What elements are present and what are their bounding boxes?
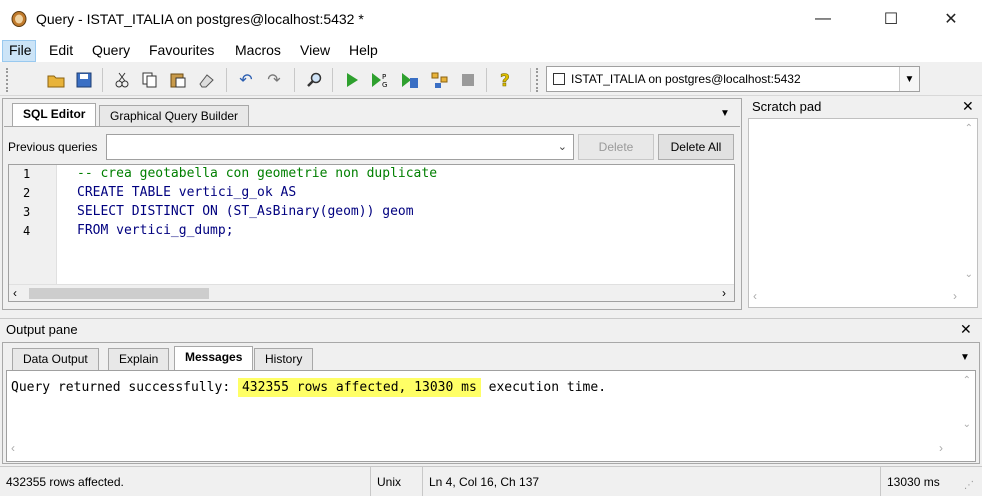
scroll-up-icon[interactable]: ⌃ bbox=[963, 375, 971, 386]
tab-sql-editor[interactable]: SQL Editor bbox=[12, 103, 97, 127]
resize-grip-icon[interactable]: ⋰ bbox=[964, 480, 974, 491]
find-icon[interactable] bbox=[304, 70, 324, 90]
help-icon[interactable]: ? bbox=[496, 70, 516, 90]
save-icon[interactable] bbox=[74, 70, 94, 90]
menu-macros[interactable]: Macros bbox=[235, 42, 281, 58]
tab-menu-icon[interactable]: ▼ bbox=[720, 108, 730, 119]
tab-divider bbox=[4, 126, 740, 127]
scroll-down-icon[interactable]: ⌄ bbox=[965, 269, 973, 280]
tab-data-output[interactable]: Data Output bbox=[12, 348, 99, 370]
close-window-button[interactable]: ✕ bbox=[928, 0, 974, 38]
toolbar-grip[interactable] bbox=[536, 68, 539, 92]
window-title: Query - ISTAT_ITALIA on postgres@localho… bbox=[36, 11, 364, 27]
svg-text:G: G bbox=[382, 81, 387, 89]
paste-icon[interactable] bbox=[168, 70, 188, 90]
code-line[interactable]: SELECT DISTINCT ON (ST_AsBinary(geom)) g… bbox=[77, 204, 414, 219]
status-cursor-position: Ln 4, Col 16, Ch 137 bbox=[422, 466, 880, 496]
sql-editor[interactable]: 1 2 3 4 -- crea geotabella con geometrie… bbox=[8, 164, 735, 302]
scroll-thumb[interactable] bbox=[29, 288, 209, 299]
editor-horizontal-scrollbar[interactable]: ‹ › bbox=[9, 284, 734, 301]
delete-button[interactable]: Delete bbox=[578, 134, 654, 160]
message-suffix: execution time. bbox=[480, 380, 607, 395]
menu-help[interactable]: Help bbox=[349, 42, 378, 58]
title-bar: Query - ISTAT_ITALIA on postgres@localho… bbox=[0, 0, 982, 38]
message-text: Query returned successfully: 432355 rows… bbox=[11, 378, 607, 397]
maximize-button[interactable]: ☐ bbox=[868, 0, 914, 38]
line-number: 2 bbox=[23, 186, 31, 200]
code-line[interactable]: FROM vertici_g_dump; bbox=[77, 223, 234, 238]
status-rows-affected: 432355 rows affected. bbox=[6, 475, 124, 489]
svg-text:?: ? bbox=[500, 71, 510, 89]
scroll-left-icon[interactable]: ‹ bbox=[753, 289, 757, 303]
toolbar-separator bbox=[530, 68, 531, 92]
tab-history[interactable]: History bbox=[254, 348, 314, 370]
menu-query[interactable]: Query bbox=[92, 42, 130, 58]
menu-favourites[interactable]: Favourites bbox=[149, 42, 214, 58]
scroll-right-icon[interactable]: › bbox=[722, 286, 726, 300]
tab-graphical-query-builder[interactable]: Graphical Query Builder bbox=[99, 105, 250, 127]
messages-output[interactable]: Query returned successfully: 432355 rows… bbox=[6, 370, 976, 462]
scroll-left-icon[interactable]: ‹ bbox=[11, 441, 15, 455]
explain-icon[interactable] bbox=[430, 70, 450, 90]
minimize-button[interactable]: — bbox=[800, 0, 846, 38]
copy-icon[interactable] bbox=[140, 70, 160, 90]
chevron-down-icon[interactable]: ▼ bbox=[899, 67, 919, 91]
execute-pgscript-icon[interactable]: PG bbox=[370, 70, 390, 90]
scroll-left-icon[interactable]: ‹ bbox=[13, 286, 17, 300]
scratch-pad-text[interactable]: ⌃ ⌄ ‹ › bbox=[748, 118, 978, 308]
tab-explain[interactable]: Explain bbox=[108, 348, 170, 370]
menu-view[interactable]: View bbox=[300, 42, 330, 58]
code-line[interactable]: -- crea geotabella con geometrie non dup… bbox=[77, 166, 437, 181]
tab-menu-icon[interactable]: ▼ bbox=[960, 352, 970, 363]
line-number: 3 bbox=[23, 205, 31, 219]
delete-all-button[interactable]: Delete All bbox=[658, 134, 734, 160]
menu-edit[interactable]: Edit bbox=[49, 42, 73, 58]
execute-to-file-icon[interactable] bbox=[400, 70, 420, 90]
clear-icon[interactable] bbox=[196, 70, 216, 90]
scratch-pad-header: Scratch pad ✕ bbox=[746, 96, 982, 118]
open-icon[interactable] bbox=[46, 70, 66, 90]
cut-icon[interactable] bbox=[112, 70, 132, 90]
connection-label: ISTAT_ITALIA on postgres@localhost:5432 bbox=[571, 72, 801, 86]
status-line-ending: Unix bbox=[370, 466, 422, 496]
chevron-down-icon[interactable]: ⌄ bbox=[558, 140, 567, 153]
stop-icon[interactable] bbox=[458, 70, 478, 90]
tab-messages[interactable]: Messages bbox=[174, 346, 254, 370]
scroll-down-icon[interactable]: ⌄ bbox=[963, 419, 971, 430]
output-pane-header: Output pane ✕ bbox=[0, 318, 982, 340]
scratch-pad-title: Scratch pad bbox=[752, 99, 822, 114]
close-icon[interactable]: ✕ bbox=[962, 98, 974, 115]
toolbar-separator bbox=[332, 68, 333, 92]
close-icon[interactable]: ✕ bbox=[960, 321, 972, 338]
previous-queries-select[interactable]: ⌄ bbox=[106, 134, 574, 160]
svg-text:P: P bbox=[382, 73, 386, 81]
toolbar-separator bbox=[294, 68, 295, 92]
line-number: 1 bbox=[23, 167, 31, 181]
line-number-gutter bbox=[9, 165, 57, 285]
app-elephant-icon bbox=[10, 10, 28, 28]
toolbar-separator bbox=[486, 68, 487, 92]
message-highlight: 432355 rows affected, 13030 ms bbox=[237, 378, 481, 397]
redo-icon[interactable]: ↷ bbox=[264, 70, 284, 90]
line-number: 4 bbox=[23, 224, 31, 238]
toolbar-grip[interactable] bbox=[6, 68, 9, 92]
connection-select[interactable]: ISTAT_ITALIA on postgres@localhost:5432 … bbox=[546, 66, 920, 92]
previous-queries-label: Previous queries bbox=[8, 140, 98, 154]
scroll-right-icon[interactable]: › bbox=[939, 441, 943, 455]
message-prefix: Query returned successfully: bbox=[11, 380, 238, 395]
execute-icon[interactable] bbox=[342, 70, 362, 90]
menu-file[interactable]: File bbox=[9, 42, 32, 58]
undo-icon[interactable]: ↶ bbox=[236, 70, 256, 90]
output-pane-title: Output pane bbox=[6, 322, 78, 337]
toolbar-separator bbox=[226, 68, 227, 92]
menu-bar: File Edit Query Favourites Macros View H… bbox=[0, 38, 982, 62]
scroll-up-icon[interactable]: ⌃ bbox=[965, 123, 973, 134]
scroll-right-icon[interactable]: › bbox=[953, 289, 957, 303]
code-line[interactable]: CREATE TABLE vertici_g_ok AS bbox=[77, 185, 296, 200]
connection-checkbox[interactable] bbox=[553, 73, 565, 85]
toolbar-separator bbox=[102, 68, 103, 92]
